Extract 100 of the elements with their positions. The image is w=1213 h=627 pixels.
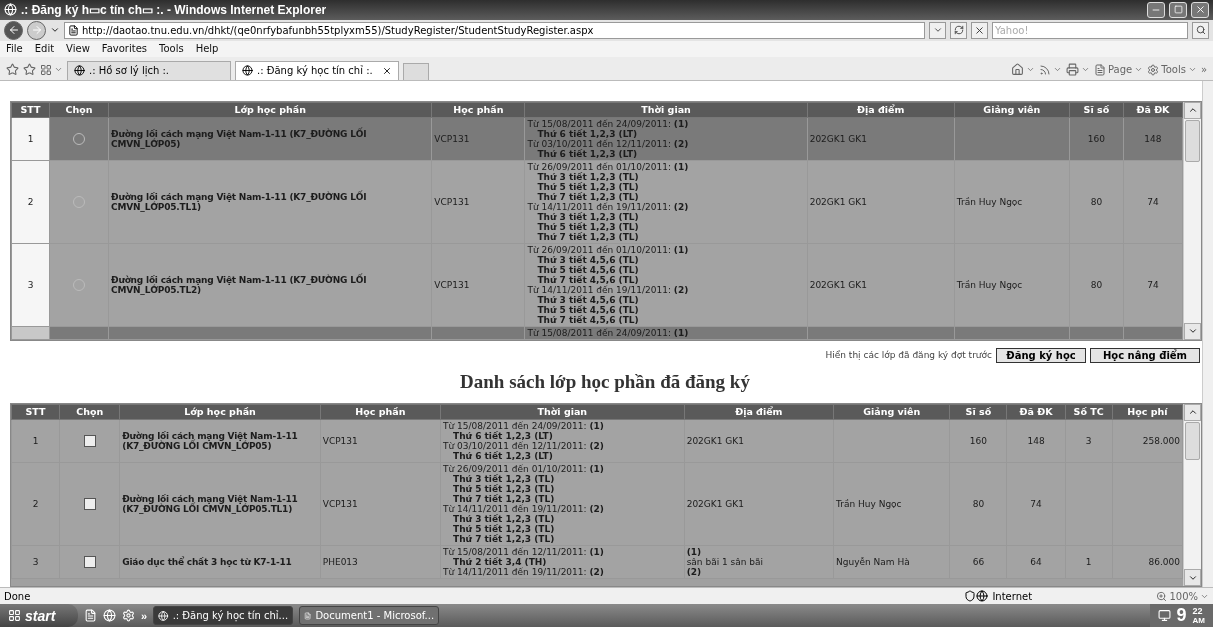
table-cell: Đường lối cách mạng Việt Nam-1-11 (K7_ĐƯỜNG LỐI CMVN_LỚP05.TL2)	[108, 243, 432, 327]
schedule-line: Thứ 7 tiết 1,2,3 (TL)	[536, 191, 640, 202]
browser-tab[interactable]: .: Hồ sơ lý lịch :.	[67, 60, 231, 80]
schedule-line: Thứ 6 tiết 1,2,3 (LT)	[452, 450, 554, 461]
column-header: Chọn	[59, 404, 120, 420]
search-field[interactable]: Yahoo!	[992, 21, 1188, 39]
taskbar-button[interactable]: .: Đăng ký học tín chỉ...	[153, 606, 294, 625]
quick-launch-icon[interactable]	[84, 609, 97, 622]
close-icon	[974, 24, 985, 36]
stop-button[interactable]	[971, 21, 988, 39]
zoom-icon	[1156, 590, 1168, 602]
security-icon	[964, 590, 977, 602]
table-cell: 64	[1006, 545, 1066, 579]
column-header: Địa điểm	[684, 404, 834, 420]
quick-launch-overflow[interactable]: »	[141, 609, 148, 622]
page-menu-button[interactable]: Page	[1094, 59, 1144, 80]
checkbox[interactable]	[83, 497, 96, 510]
column-header: Giảng viên	[833, 404, 950, 420]
column-header: Sĩ số	[949, 404, 1007, 420]
globe-icon	[158, 609, 169, 622]
grid-icon	[40, 63, 52, 76]
table-cell: VCP131	[320, 462, 441, 546]
table-cell: 258.000	[1112, 419, 1183, 463]
schedule-line: Từ 26/09/2011 đến 01/10/2011: (1)	[443, 463, 605, 474]
menu-item[interactable]: Help	[195, 43, 219, 55]
schedule-line: Từ 03/10/2011 đến 12/11/2011: (2)	[527, 138, 690, 149]
schedule-line: Từ 14/11/2011 đến 19/11/2011: (2)	[527, 201, 690, 212]
table-cell: 1	[1065, 545, 1113, 579]
table-cell: Giáo dục thể chất 3 học từ K7-1-11	[119, 545, 321, 579]
table-cell: 66	[949, 545, 1007, 579]
browser-tab[interactable]: .: Đăng ký học tín chỉ :.	[235, 60, 399, 80]
column-header: Đã ĐK	[1123, 102, 1183, 118]
schedule-line: Thứ 5 tiết 1,2,3 (TL)	[452, 483, 556, 494]
table-cell: 74	[1006, 462, 1066, 546]
search-button[interactable]	[1192, 21, 1209, 39]
taskbar-button[interactable]: Document1 - Microsof...	[299, 606, 440, 625]
schedule-line: Từ 15/08/2011 đến 12/11/2011: (1)	[443, 546, 605, 557]
zoom-button[interactable]: 100%	[1156, 586, 1209, 606]
refresh-button[interactable]	[950, 21, 967, 39]
hint-text: Hiển thị các lớp đã đăng ký đợt trước	[825, 350, 992, 361]
quick-launch-icon[interactable]	[103, 609, 116, 622]
schedule-line: Thứ 5 tiết 1,2,3 (TL)	[452, 523, 556, 534]
start-button[interactable]: start	[0, 604, 78, 627]
menu-item[interactable]: Tools	[159, 43, 184, 55]
menu-item[interactable]: Favorites	[101, 43, 147, 55]
scrollbar-thumb[interactable]	[1185, 119, 1200, 162]
scroll-up-button[interactable]	[1184, 403, 1201, 421]
menu-item[interactable]: File	[6, 43, 23, 55]
scroll-up-button[interactable]	[1184, 101, 1201, 119]
printer-icon	[1066, 63, 1079, 77]
minimize-button[interactable]	[1147, 1, 1165, 18]
schedule-line: Thứ 6 tiết 1,2,3 (LT)	[536, 128, 638, 139]
menu-item[interactable]: Edit	[34, 43, 55, 55]
clock-minute: 22	[1192, 606, 1204, 616]
schedule-line: Thứ 5 tiết 4,5,6 (TL)	[536, 264, 640, 275]
table-cell: Đường lối cách mạng Việt Nam-1-11 (K7_ĐƯỜNG LỐI CMVN_LỚP05.TL1)	[119, 462, 321, 546]
schedule-line: Thứ 5 tiết 4,5,6 (TL)	[536, 304, 640, 315]
table-cell: 148	[1006, 419, 1066, 463]
action-button[interactable]: Học nâng điểm	[1090, 347, 1200, 363]
scrollbar[interactable]	[1183, 101, 1201, 340]
back-button[interactable]	[4, 20, 23, 40]
tools-menu-button[interactable]: Tools	[1147, 59, 1197, 80]
feed-icon	[1039, 63, 1051, 76]
action-button[interactable]: Đăng ký học	[996, 347, 1086, 363]
column-header: Giảng viên	[954, 102, 1070, 118]
schedule-line: Từ 26/09/2011 đến 01/10/2011: (1)	[527, 244, 690, 255]
table-cell: 160	[949, 419, 1007, 463]
arrow-right-icon	[30, 24, 43, 37]
forward-button[interactable]	[27, 20, 46, 40]
close-button[interactable]	[1191, 1, 1209, 18]
maximize-button[interactable]	[1169, 1, 1187, 18]
table-cell: Nguyễn Nam Hà	[833, 545, 950, 579]
column-header: Số TC	[1065, 404, 1113, 420]
scrollbar[interactable]	[1183, 403, 1201, 586]
quick-launch-icon[interactable]	[122, 609, 135, 622]
schedule-line: Thứ 6 tiết 1,2,3 (LT)	[536, 148, 638, 159]
column-header: Sĩ số	[1069, 102, 1124, 118]
toolbar-overflow-button[interactable]: »	[1200, 59, 1207, 80]
page-scrollbar[interactable]	[1202, 80, 1213, 587]
close-icon	[1194, 4, 1206, 16]
schedule-line: Thứ 3 tiết 1,2,3 (TL)	[452, 513, 556, 524]
address-field[interactable]: http://daotao.tnu.edu.vn/dhkt/(qe0nrfybafunbh55tplyxm55)/StudyRegister/StudentStudyRegister.aspx	[64, 21, 925, 39]
address-dropdown-button[interactable]	[929, 21, 946, 39]
table-cell: 80	[949, 462, 1007, 546]
table-cell: 3	[11, 545, 60, 579]
scrollbar-thumb[interactable]	[1185, 421, 1200, 460]
schedule-line: Thứ 2 tiết 3,4 (TH)	[452, 556, 548, 567]
table-cell: 3	[11, 243, 50, 327]
table-cell: VCP131	[431, 117, 525, 161]
close-tab-icon[interactable]	[382, 65, 392, 76]
maximize-icon	[1173, 5, 1183, 15]
checkbox[interactable]	[83, 555, 96, 568]
table-cell: 2	[11, 160, 50, 244]
schedule-line: Từ 15/08/2011 đến 24/09/2011: (1)	[443, 420, 605, 431]
checkbox[interactable]	[83, 434, 96, 447]
table-cell: Đường lối cách mạng Việt Nam-1-11 (K7_ĐƯỜNG LỐI CMVN_LỚP05.TL1)	[108, 160, 432, 244]
schedule-line: Từ 15/08/2011 đến 24/09/2011: (1)	[527, 118, 690, 129]
column-header: Lớp học phần	[119, 404, 321, 420]
menu-item[interactable]: View	[66, 43, 90, 55]
schedule-line: Thứ 3 tiết 4,5,6 (TL)	[536, 254, 639, 265]
